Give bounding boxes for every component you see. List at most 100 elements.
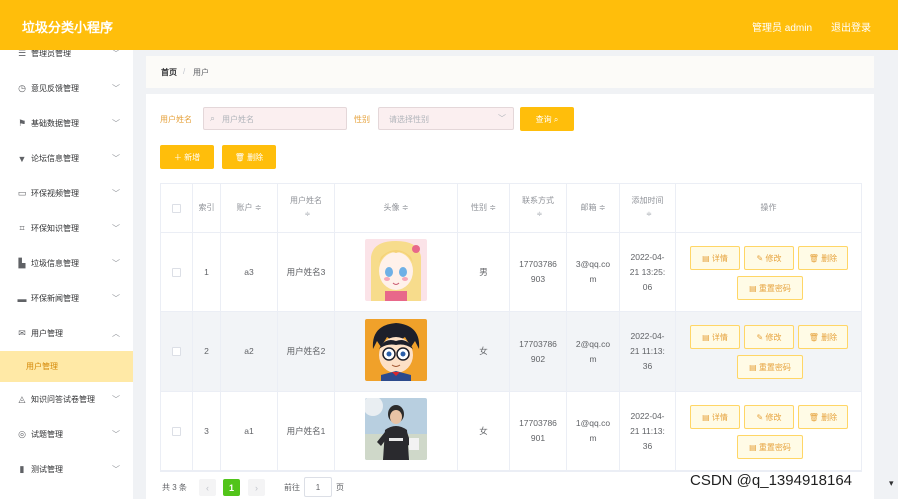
- breadcrumb-separator: /: [183, 67, 186, 76]
- chevron-down-icon: ﹀: [112, 430, 120, 439]
- reset-password-button[interactable]: ▤ 重置密码: [737, 276, 803, 300]
- batch-delete-button[interactable]: 🗑 删除: [222, 145, 276, 169]
- sidebar-item-knowledge[interactable]: ⌗ 环保知识管理 ﹀: [0, 211, 133, 246]
- col-header-time[interactable]: 添加时间 ≑: [620, 184, 676, 233]
- sidebar-item-basedata[interactable]: ⚑ 基础数据管理 ﹀: [0, 106, 133, 141]
- pagination-prev-button[interactable]: ‹: [199, 479, 216, 496]
- pagination-goto-input[interactable]: 1: [304, 477, 332, 497]
- sidebar-item-news[interactable]: ▬ 环保新闻管理 ﹀: [0, 281, 133, 316]
- sidebar-item-label: 环保知识管理: [31, 224, 79, 233]
- scroll-down-icon[interactable]: ▾: [889, 478, 894, 489]
- chevron-down-icon: ﹀: [498, 114, 506, 123]
- edit-button[interactable]: ✎ 修改: [744, 405, 794, 429]
- cell-time-line: 21 11:13:: [630, 346, 665, 356]
- cell-index: 3: [193, 392, 221, 470]
- col-header-account[interactable]: 账户 ≑: [221, 184, 278, 233]
- mail-icon: ✉: [18, 328, 26, 338]
- cell-gender: 男: [458, 233, 510, 311]
- breadcrumb-home[interactable]: 首页: [161, 67, 177, 78]
- cell-avatar: [335, 312, 458, 391]
- col-header-avatar[interactable]: 头像 ≑: [335, 184, 458, 233]
- cell-account: a3: [221, 233, 278, 311]
- delete-button[interactable]: 🗑 删除: [798, 246, 848, 270]
- table-row: 2 a2 用户姓名2 女 17703786 902 2@qq.co m 2022…: [161, 312, 861, 392]
- cell-time: 2022-04- 21 11:13: 36: [620, 392, 676, 470]
- col-header-phone-text: 联系方式: [522, 196, 554, 205]
- gender-select[interactable]: 请选择性别 ﹀: [378, 107, 514, 130]
- edit-button[interactable]: ✎ 修改: [744, 246, 794, 270]
- add-button[interactable]: ＋ 新增: [160, 145, 214, 169]
- logout-link[interactable]: 退出登录: [831, 19, 871, 34]
- admin-user-label: 管理员 admin: [752, 23, 813, 34]
- compass-icon: ◎: [18, 429, 26, 439]
- sidebar-item-forum[interactable]: ▼ 论坛信息管理 ﹀: [0, 141, 133, 176]
- row-checkbox[interactable]: [172, 426, 181, 436]
- row-checkbox[interactable]: [172, 347, 181, 356]
- row-select-cell: [161, 392, 193, 470]
- query-button[interactable]: 查询 ⌕: [520, 107, 574, 131]
- pagination-goto-label: 前往: [284, 483, 300, 492]
- reset-password-button[interactable]: ▤ 重置密码: [737, 355, 803, 379]
- reset-password-button[interactable]: ▤ 重置密码: [737, 435, 803, 459]
- cell-phone: 17703786 901: [510, 392, 567, 470]
- delete-button[interactable]: 🗑 删除: [798, 325, 848, 349]
- col-header-time-text: 添加时间: [631, 196, 664, 205]
- search-icon: ⌕: [210, 113, 216, 123]
- sidebar-item-garbage[interactable]: ▙ 垃圾信息管理 ﹀: [0, 246, 133, 281]
- select-all-checkbox[interactable]: [172, 203, 181, 213]
- breadcrumb-current: 用户: [193, 68, 209, 77]
- flag-icon: ⚑: [17, 118, 27, 128]
- avatar: [365, 239, 427, 301]
- edit-button[interactable]: ✎ 修改: [744, 325, 794, 349]
- cell-index: 1: [193, 233, 221, 311]
- cell-phone-line: 17703786: [519, 418, 557, 428]
- crop-icon: ⌗: [19, 223, 25, 233]
- cell-name: 用户姓名3: [278, 233, 335, 311]
- cell-account: a2: [221, 312, 278, 391]
- sidebar-item-admin[interactable]: ☰ 管理员管理 ﹀: [0, 50, 133, 71]
- sidebar-item-feedback[interactable]: ◷ 意见反馈管理 ﹀: [0, 71, 133, 106]
- cell-phone: 17703786 902: [510, 312, 567, 391]
- col-header-actions: 操作: [676, 184, 861, 233]
- detail-button[interactable]: ▤ 详情: [690, 325, 740, 349]
- sidebar-item-tests[interactable]: ▮ 测试管理 ﹀: [0, 452, 133, 487]
- sidebar-item-questions[interactable]: ◎ 试题管理 ﹀: [0, 417, 133, 452]
- sidebar-item-label: 管理员管理: [31, 50, 71, 58]
- col-header-name[interactable]: 用户姓名 ≑: [278, 184, 335, 233]
- detail-button[interactable]: ▤ 详情: [690, 405, 740, 429]
- sidebar-item-users[interactable]: ✉ 用户管理 ︿: [0, 316, 133, 351]
- col-header-email[interactable]: 邮箱 ≑: [567, 184, 620, 233]
- cell-time: 2022-04- 21 11:13: 36: [620, 312, 676, 391]
- cell-actions: ▤ 详情 ✎ 修改 🗑 删除 ▤ 重置密码: [676, 312, 861, 391]
- name-search-input[interactable]: ⌕ 用户姓名: [203, 107, 347, 130]
- cell-phone-line: 17703786: [519, 338, 557, 349]
- bell-off-icon: ◬: [18, 394, 26, 404]
- sidebar-item-label: 环保视频管理: [31, 189, 79, 198]
- col-header-gender[interactable]: 性别 ≑: [458, 184, 510, 233]
- cell-phone-line: 903: [530, 274, 546, 284]
- avatar: [365, 319, 427, 381]
- delete-button[interactable]: 🗑 删除: [798, 405, 848, 429]
- cell-email-line: 2@qq.co: [575, 338, 611, 349]
- pagination-page-1[interactable]: 1: [223, 479, 240, 496]
- cell-email-line: m: [589, 433, 597, 443]
- clock-icon: ◷: [18, 83, 26, 93]
- cell-time-line: 06: [642, 281, 653, 292]
- top-header: 垃圾分类小程序 管理员 admin 退出登录: [0, 0, 898, 50]
- sidebar-item-video[interactable]: ▭ 环保视频管理 ﹀: [0, 176, 133, 211]
- col-header-phone[interactable]: 联系方式 ≑: [510, 184, 567, 233]
- row-checkbox[interactable]: [172, 267, 181, 277]
- cell-time: 2022-04- 21 13:25: 06: [620, 233, 676, 311]
- sidebar-item-label: 意见反馈管理: [31, 84, 79, 93]
- sidebar-item-quiz-paper[interactable]: ◬ 知识问答试卷管理 ﹀: [0, 382, 133, 417]
- pagination-total: 共 3 条: [162, 483, 187, 492]
- table-row: 1 a3 用户姓名3 男 17703786 903 3@qq.co m 2022…: [161, 233, 861, 312]
- sidebar-item-label: 基础数据管理: [31, 119, 79, 128]
- sidebar-subitem-users[interactable]: 用户管理: [0, 351, 133, 382]
- detail-button[interactable]: ▤ 详情: [690, 246, 740, 270]
- pagination-next-button[interactable]: ›: [248, 479, 265, 496]
- sidebar-item-label: 垃圾信息管理: [31, 259, 79, 268]
- cell-phone-line: 901: [530, 433, 546, 443]
- cell-email-line: m: [589, 353, 597, 364]
- cell-account: a1: [221, 392, 278, 470]
